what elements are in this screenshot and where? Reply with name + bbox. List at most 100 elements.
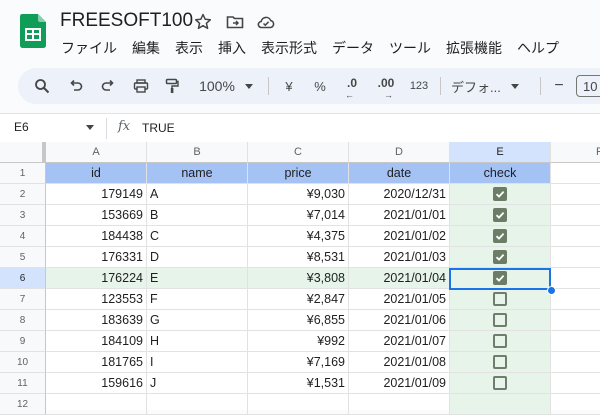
row-header[interactable]: 10 [0, 352, 46, 373]
cell-name[interactable]: J [147, 373, 248, 394]
checkbox-unchecked[interactable] [493, 334, 507, 348]
cell-check[interactable] [450, 268, 551, 289]
cell-date[interactable]: 2021/01/04 [349, 268, 450, 289]
header-price[interactable]: price [248, 163, 349, 184]
menu-view[interactable]: 表示 [175, 41, 203, 57]
cell-id[interactable]: 153669 [46, 205, 147, 226]
cell-check[interactable] [450, 289, 551, 310]
cell-name[interactable]: A [147, 184, 248, 205]
menu-data[interactable]: データ [332, 41, 374, 57]
cell-date[interactable]: 2021/01/08 [349, 352, 450, 373]
cell-name[interactable]: D [147, 247, 248, 268]
cell-check[interactable] [450, 205, 551, 226]
cell-id[interactable]: 184109 [46, 331, 147, 352]
row-header[interactable]: 2 [0, 184, 46, 205]
cell-price[interactable]: ¥992 [248, 331, 349, 352]
cell-price[interactable] [248, 394, 349, 415]
cell-name[interactable] [147, 394, 248, 415]
cell-price[interactable]: ¥4,375 [248, 226, 349, 247]
cell-empty[interactable] [551, 226, 600, 247]
menu-file[interactable]: ファイル [61, 41, 117, 57]
cell-check[interactable] [450, 247, 551, 268]
zoom-select[interactable]: 100% [194, 68, 258, 104]
checkbox-checked[interactable] [493, 208, 507, 222]
row-header[interactable]: 11 [0, 373, 46, 394]
fill-handle[interactable] [547, 286, 556, 295]
format-currency-button[interactable]: ¥ [279, 68, 299, 104]
cell-check[interactable] [450, 331, 551, 352]
header-empty[interactable] [551, 163, 600, 184]
row-header[interactable]: 4 [0, 226, 46, 247]
cell-name[interactable]: H [147, 331, 248, 352]
cell-check[interactable] [450, 352, 551, 373]
cell-id[interactable]: 159616 [46, 373, 147, 394]
search-menus-button[interactable] [30, 68, 54, 104]
menu-extensions[interactable]: 拡張機能 [446, 41, 502, 57]
column-header-d[interactable]: D [349, 142, 450, 163]
cell-name[interactable]: F [147, 289, 248, 310]
cell-empty[interactable] [551, 373, 600, 394]
cell-empty[interactable] [551, 394, 600, 415]
select-all-corner[interactable] [0, 142, 46, 163]
cell-empty[interactable] [551, 184, 600, 205]
cell-empty[interactable] [551, 205, 600, 226]
cell-price[interactable]: ¥1,531 [248, 373, 349, 394]
checkbox-unchecked[interactable] [493, 292, 507, 306]
cell-check[interactable] [450, 310, 551, 331]
cell-price[interactable]: ¥7,014 [248, 205, 349, 226]
cell-empty[interactable] [551, 310, 600, 331]
print-button[interactable] [129, 68, 153, 104]
row-header[interactable]: 6 [0, 268, 46, 289]
checkbox-checked[interactable] [493, 271, 507, 285]
menu-edit[interactable]: 編集 [132, 41, 160, 57]
cell-id[interactable]: 176331 [46, 247, 147, 268]
cell-name[interactable]: C [147, 226, 248, 247]
cell-name[interactable]: B [147, 205, 248, 226]
checkbox-unchecked[interactable] [493, 376, 507, 390]
cell-check[interactable] [450, 184, 551, 205]
menu-format[interactable]: 表示形式 [261, 41, 317, 57]
header-check[interactable]: check [450, 163, 551, 184]
undo-button[interactable] [64, 68, 88, 104]
column-header-a[interactable]: A [46, 142, 147, 163]
cell-id[interactable]: 183639 [46, 310, 147, 331]
cell-date[interactable]: 2021/01/09 [349, 373, 450, 394]
column-header-f[interactable]: F [551, 142, 600, 163]
cell-price[interactable]: ¥3,808 [248, 268, 349, 289]
cell-date[interactable]: 2021/01/01 [349, 205, 450, 226]
header-date[interactable]: date [349, 163, 450, 184]
formula-input[interactable]: TRUE [142, 121, 175, 135]
row-header[interactable]: 9 [0, 331, 46, 352]
menu-insert[interactable]: 挿入 [218, 41, 246, 57]
checkbox-checked[interactable] [493, 250, 507, 264]
row-header[interactable]: 7 [0, 289, 46, 310]
cell-empty[interactable] [551, 247, 600, 268]
cell-id[interactable]: 181765 [46, 352, 147, 373]
cell-id[interactable] [46, 394, 147, 415]
cell-empty[interactable] [551, 289, 600, 310]
cell-date[interactable]: 2021/01/07 [349, 331, 450, 352]
cell-id[interactable]: 123553 [46, 289, 147, 310]
checkbox-checked[interactable] [493, 187, 507, 201]
star-icon[interactable] [193, 12, 213, 32]
cell-name[interactable]: G [147, 310, 248, 331]
cloud-status-icon[interactable] [256, 12, 276, 32]
increase-decimal-button[interactable]: .00 → [372, 68, 400, 104]
menu-tools[interactable]: ツール [389, 41, 431, 57]
more-formats-button[interactable]: 123 [407, 68, 431, 104]
cell-empty[interactable] [551, 268, 600, 289]
cell-id[interactable]: 176224 [46, 268, 147, 289]
cell-id[interactable]: 179149 [46, 184, 147, 205]
cell-price[interactable]: ¥8,531 [248, 247, 349, 268]
move-folder-icon[interactable] [225, 12, 245, 32]
name-box-dropdown-icon[interactable] [86, 125, 94, 130]
column-header-c[interactable]: C [248, 142, 349, 163]
font-select[interactable]: デフォ... [451, 68, 531, 104]
row-header[interactable]: 5 [0, 247, 46, 268]
row-header[interactable]: 3 [0, 205, 46, 226]
cell-price[interactable]: ¥6,855 [248, 310, 349, 331]
cell-price[interactable]: ¥7,169 [248, 352, 349, 373]
decrease-font-size-button[interactable]: − [548, 68, 570, 104]
cell-id[interactable]: 184438 [46, 226, 147, 247]
paint-format-button[interactable] [160, 68, 184, 104]
